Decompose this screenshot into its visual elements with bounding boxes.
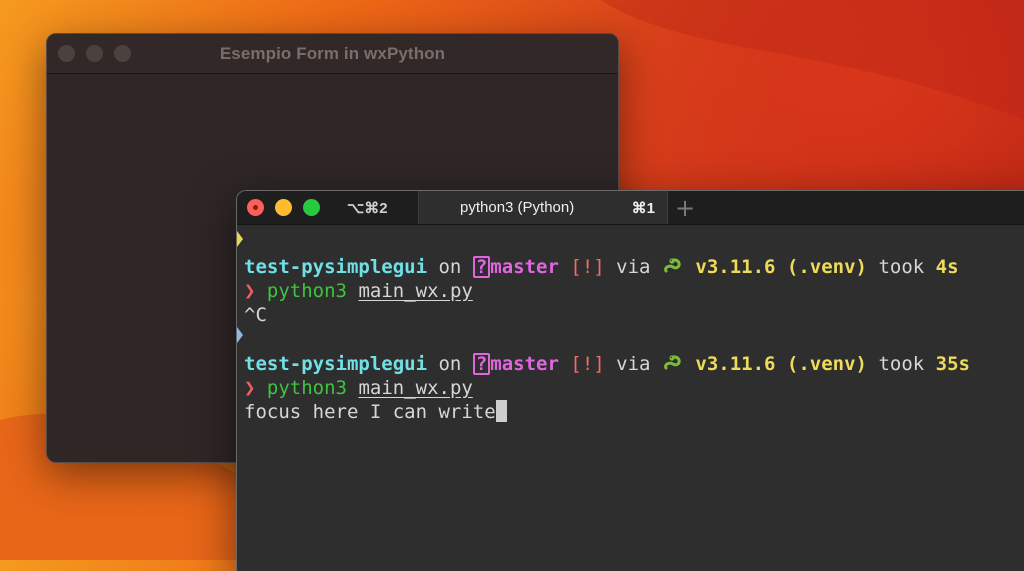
git-branch-icon: ?: [472, 256, 491, 278]
git-status: [!]: [570, 353, 605, 375]
prompt-via: via: [616, 256, 651, 278]
window-title: Esempio Form in wxPython: [219, 44, 446, 63]
prompt-took: took: [878, 353, 925, 375]
python-snake-icon: [664, 355, 681, 370]
prompt-took: took: [878, 256, 925, 278]
command-duration: 35s: [935, 353, 970, 375]
zoom-button[interactable]: [303, 199, 320, 216]
input-line[interactable]: focus here I can write: [244, 400, 507, 424]
terminal-window-controls: [247, 199, 320, 216]
minimize-button[interactable]: [275, 199, 292, 216]
new-tab-button[interactable]: +: [675, 194, 695, 222]
command-arg: main_wx.py: [358, 377, 473, 399]
prompt-status-line: test-pysimplegui on ? master [!] via v3.1…: [244, 255, 959, 279]
close-button[interactable]: [247, 199, 264, 216]
git-status: [!]: [570, 256, 605, 278]
text-cursor: [495, 400, 507, 422]
output-line: ^C: [244, 304, 267, 326]
terminal-window[interactable]: ⌥⌘2 python3 (Python) ⌘1 + test-pysimpleg…: [236, 190, 1024, 571]
tab-active-title: python3 (Python): [460, 199, 575, 216]
command-name: python3: [266, 280, 347, 302]
command-duration: 4s: [935, 256, 959, 278]
python-version: v3.11.6 (.venv): [695, 256, 867, 278]
prompt-symbol: ❯: [244, 280, 256, 302]
terminal-tab-bar: ⌥⌘2 python3 (Python) ⌘1 +: [237, 191, 1024, 225]
prompt-symbol: ❯: [244, 377, 256, 399]
command-arg: main_wx.py: [358, 280, 473, 302]
prompt-dir: test-pysimplegui: [244, 256, 428, 278]
git-branch-icon: ?: [472, 353, 491, 375]
prompt-dir: test-pysimplegui: [244, 353, 428, 375]
terminal-output[interactable]: test-pysimplegui on ? master [!] via v3.1…: [237, 225, 1024, 571]
tab-inactive[interactable]: ⌥⌘2: [347, 199, 388, 217]
git-branch: master: [490, 256, 559, 278]
python-version: v3.11.6 (.venv): [695, 353, 867, 375]
prompt-on: on: [438, 256, 462, 278]
tab-active[interactable]: python3 (Python) ⌘1: [418, 191, 668, 224]
command-line: ❯ python3 main_wx.py: [244, 376, 473, 400]
prompt-status-line: test-pysimplegui on ? master [!] via v3.1…: [244, 352, 970, 376]
prompt-marker-icon: [237, 327, 243, 343]
command-line: ❯ python3 main_wx.py: [244, 279, 473, 303]
python-snake-icon: [664, 258, 681, 273]
prompt-on: on: [438, 353, 462, 375]
close-dot-icon: [253, 205, 258, 210]
command-name: python3: [266, 377, 347, 399]
wx-titlebar[interactable]: Esempio Form in wxPython: [47, 34, 618, 74]
tab-active-shortcut: ⌘1: [631, 200, 655, 217]
prompt-via: via: [616, 353, 651, 375]
prompt-marker-icon: [237, 231, 243, 247]
git-branch: master: [490, 353, 559, 375]
typed-text: focus here I can write: [244, 401, 496, 423]
